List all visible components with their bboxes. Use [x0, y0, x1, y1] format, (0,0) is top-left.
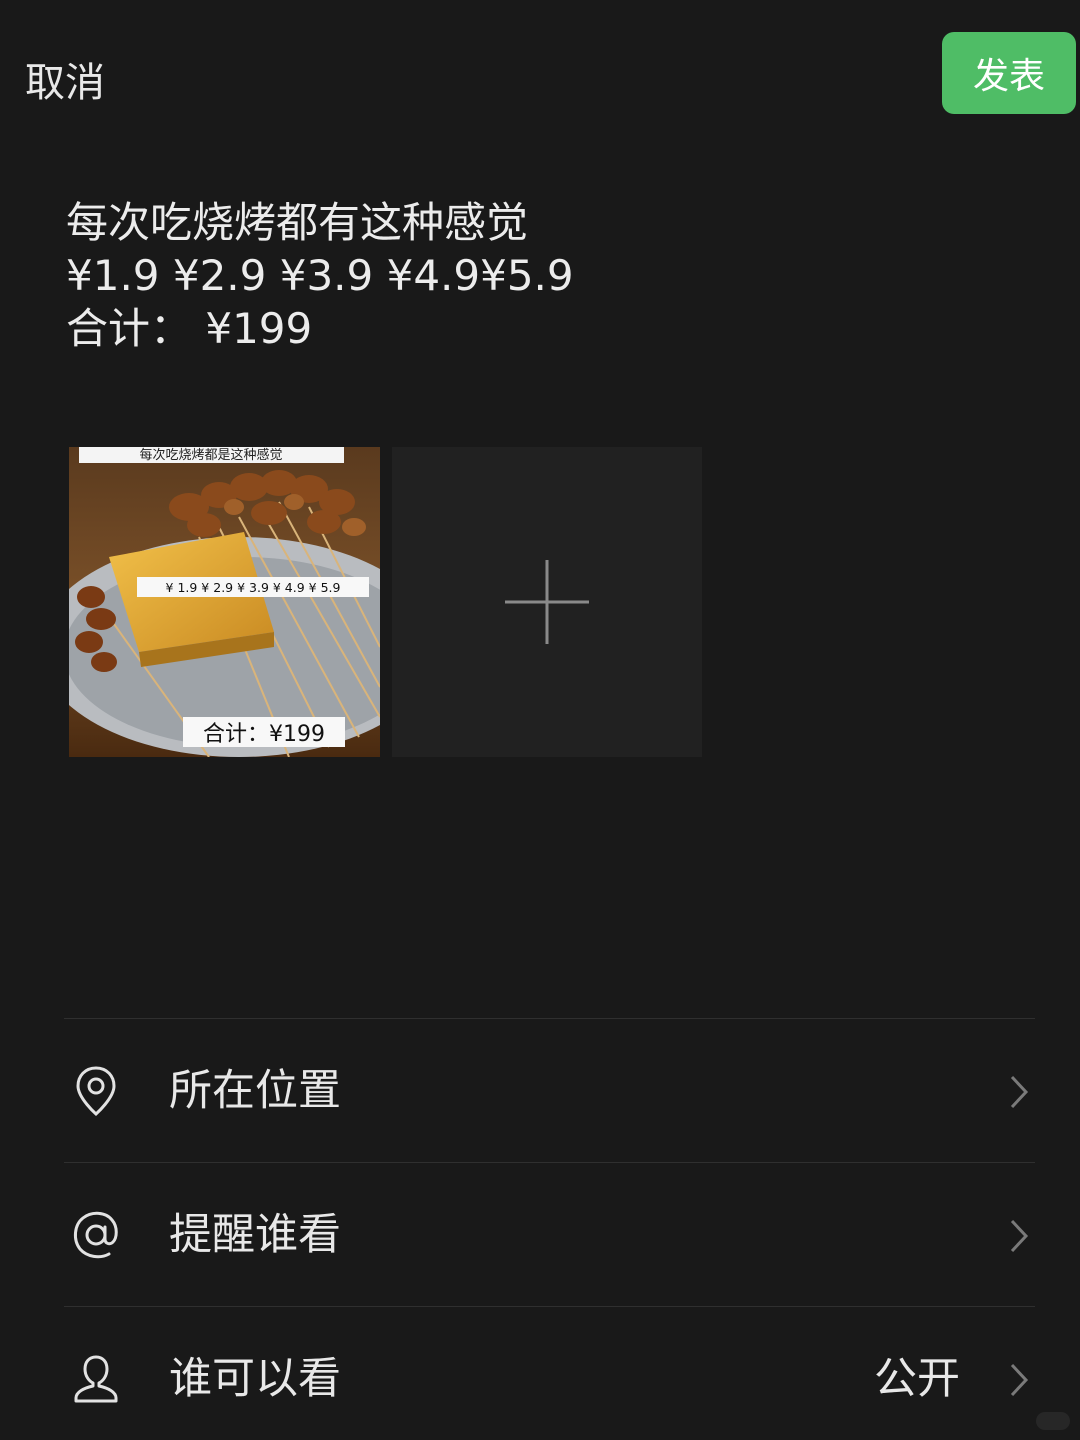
- at-sign-icon: [74, 1211, 118, 1259]
- photo-caption-prices: ¥ 1.9 ¥ 2.9 ¥ 3.9 ¥ 4.9 ¥ 5.9: [166, 580, 341, 595]
- option-visibility-value: 公开: [874, 1354, 960, 1404]
- person-icon: [74, 1355, 118, 1403]
- add-photo-button[interactable]: [392, 447, 702, 757]
- photo-caption-top: 每次吃烧烤都是这种感觉: [139, 447, 282, 463]
- location-pin-icon: [76, 1066, 116, 1117]
- post-text-line: ¥1.9 ¥2.9 ¥3.9 ¥4.9¥5.9: [66, 251, 574, 300]
- chevron-right-icon: [1010, 1219, 1029, 1253]
- option-location-label: 所在位置: [169, 1066, 341, 1116]
- compose-moment-screen: 取消 发表 每次吃烧烤都有这种感觉 ¥1.9 ¥2.9 ¥3.9 ¥4.9¥5.…: [0, 0, 1080, 1440]
- post-text-input[interactable]: 每次吃烧烤都有这种感觉 ¥1.9 ¥2.9 ¥3.9 ¥4.9¥5.9 合计： …: [66, 196, 966, 355]
- plus-icon: [505, 560, 589, 644]
- attached-photo-thumbnail[interactable]: 每次吃烧烤都是这种感觉 ¥ 1.9 ¥ 2.9 ¥ 3.9 ¥ 4.9 ¥ 5.…: [69, 447, 380, 757]
- option-visibility-label: 谁可以看: [169, 1354, 341, 1404]
- post-text-line: 每次吃烧烤都有这种感觉: [66, 198, 529, 247]
- watermark-badge: [1036, 1412, 1070, 1430]
- option-visibility[interactable]: 谁可以看 公开: [64, 1307, 1035, 1440]
- photo-caption-total: 合计：¥199: [203, 722, 325, 747]
- option-location[interactable]: 所在位置: [64, 1019, 1035, 1162]
- post-text-line: 合计： ¥199: [66, 304, 313, 353]
- option-mention-label: 提醒谁看: [169, 1210, 341, 1260]
- option-mention[interactable]: 提醒谁看: [64, 1163, 1035, 1306]
- chevron-right-icon: [1010, 1075, 1029, 1109]
- cancel-button[interactable]: 取消: [25, 50, 105, 108]
- chevron-right-icon: [1010, 1363, 1029, 1397]
- publish-button[interactable]: 发表: [942, 32, 1076, 114]
